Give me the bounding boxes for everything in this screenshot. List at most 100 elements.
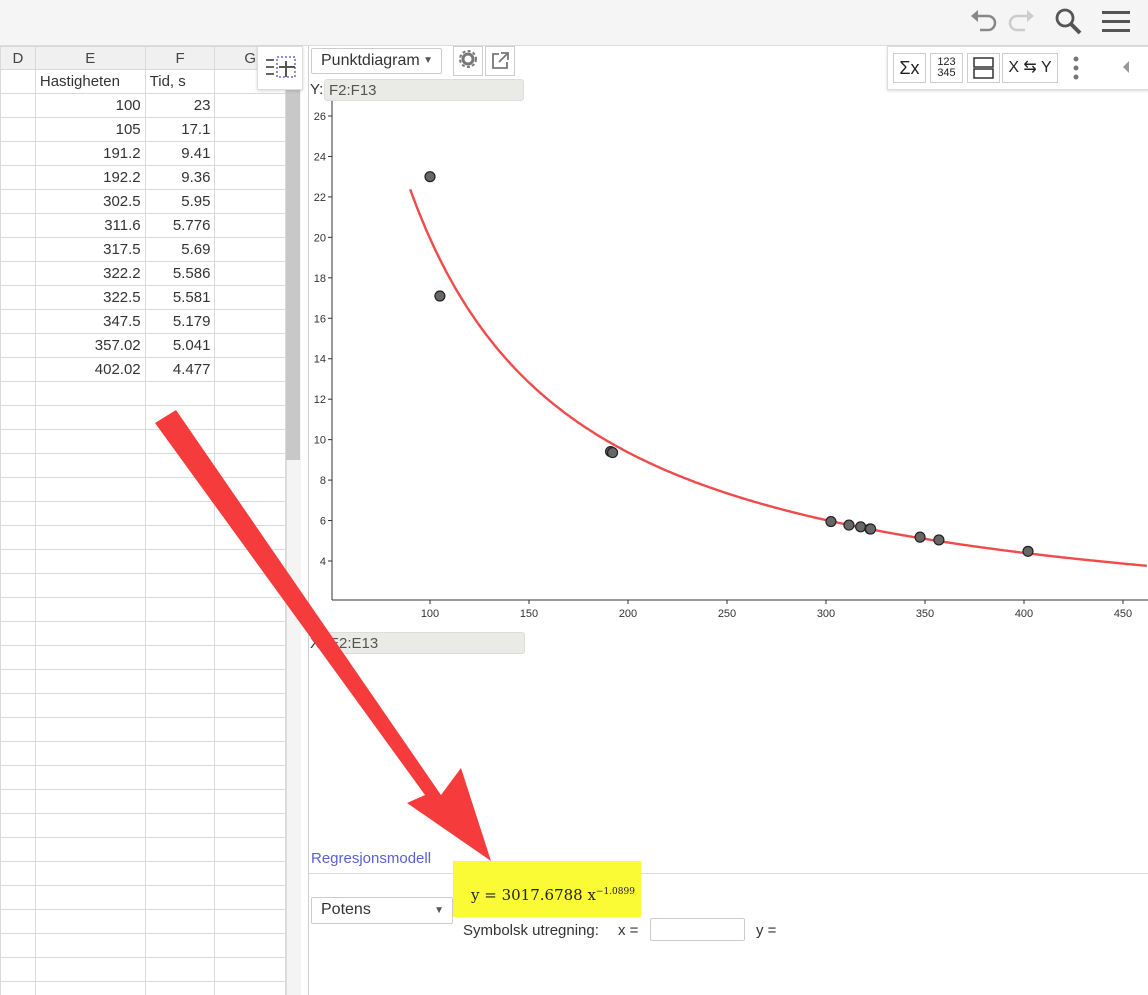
table-cell[interactable]	[0, 429, 36, 454]
table-cell[interactable]	[0, 813, 36, 838]
data-point[interactable]	[914, 531, 926, 543]
data-point[interactable]	[855, 521, 867, 533]
table-cell[interactable]	[34, 645, 146, 670]
table-cell[interactable]	[34, 693, 146, 718]
table-cell[interactable]: 317.5	[34, 237, 146, 262]
regression-model-dropdown[interactable]: Potens ▼	[311, 897, 453, 924]
table-cell[interactable]: 302.5	[34, 189, 146, 214]
table-cell[interactable]	[0, 597, 36, 622]
data-point[interactable]	[843, 519, 855, 531]
table-cell[interactable]	[0, 717, 36, 742]
more-options-icon[interactable]	[1071, 55, 1081, 81]
table-cell[interactable]	[34, 837, 146, 862]
table-cell[interactable]	[214, 525, 286, 550]
table-cell[interactable]	[214, 501, 286, 526]
table-cell[interactable]	[214, 453, 286, 478]
x-value-input[interactable]	[650, 918, 745, 941]
table-cell[interactable]	[144, 453, 216, 478]
table-cell[interactable]	[214, 717, 286, 742]
data-point[interactable]	[434, 290, 446, 302]
table-cell[interactable]	[0, 405, 36, 430]
table-cell[interactable]	[144, 789, 216, 814]
export-button[interactable]	[485, 46, 515, 76]
table-cell[interactable]	[214, 549, 286, 574]
table-cell[interactable]	[214, 597, 286, 622]
table-cell[interactable]	[0, 141, 36, 166]
table-cell[interactable]	[214, 189, 286, 214]
table-cell[interactable]	[34, 597, 146, 622]
table-cell[interactable]: 5.041	[144, 333, 216, 358]
table-cell[interactable]: 17.1	[144, 117, 216, 142]
regression-model-title[interactable]: Regresjonsmodell	[311, 850, 431, 867]
table-cell[interactable]	[34, 501, 146, 526]
x-range-field[interactable]: E2:E13	[324, 632, 525, 654]
table-cell[interactable]	[34, 549, 146, 574]
table-cell[interactable]	[214, 237, 286, 262]
table-cell[interactable]: 5.95	[144, 189, 216, 214]
panel-divider[interactable]	[308, 46, 309, 995]
data-point[interactable]	[424, 171, 436, 183]
table-cell[interactable]	[0, 885, 36, 910]
table-cell[interactable]	[34, 621, 146, 646]
table-cell[interactable]	[0, 213, 36, 238]
table-cell[interactable]	[214, 213, 286, 238]
table-cell[interactable]	[144, 381, 216, 406]
table-cell[interactable]	[0, 357, 36, 382]
table-cell[interactable]	[214, 621, 286, 646]
table-cell[interactable]: 311.6	[34, 213, 146, 238]
plot-type-dropdown[interactable]: Punktdiagram ▼	[311, 48, 442, 74]
table-cell[interactable]	[214, 141, 286, 166]
table-cell[interactable]	[214, 741, 286, 766]
table-cell[interactable]	[214, 261, 286, 286]
table-cell[interactable]	[0, 645, 36, 670]
table-cell[interactable]	[0, 237, 36, 262]
table-cell[interactable]	[144, 621, 216, 646]
statistics-button[interactable]: Σx	[893, 53, 926, 83]
table-cell[interactable]	[144, 405, 216, 430]
table-cell[interactable]	[0, 837, 36, 862]
data-point[interactable]	[606, 446, 619, 459]
table-cell[interactable]	[214, 429, 286, 454]
table-cell[interactable]	[34, 573, 146, 598]
table-cell[interactable]	[144, 909, 216, 934]
table-cell[interactable]: 5.586	[144, 261, 216, 286]
table-cell[interactable]	[0, 621, 36, 646]
table-cell[interactable]	[214, 285, 286, 310]
table-cell[interactable]	[214, 117, 286, 142]
table-cell[interactable]	[34, 477, 146, 502]
table-cell[interactable]	[214, 909, 286, 934]
table-cell[interactable]	[34, 933, 146, 958]
table-cell[interactable]	[0, 573, 36, 598]
table-cell[interactable]	[214, 309, 286, 334]
table-cell[interactable]: 5.776	[144, 213, 216, 238]
table-cell[interactable]	[214, 165, 286, 190]
header-cell[interactable]	[0, 69, 36, 94]
table-cell[interactable]	[0, 477, 36, 502]
table-cell[interactable]	[144, 573, 216, 598]
table-cell[interactable]	[214, 381, 286, 406]
table-cell[interactable]	[214, 861, 286, 886]
table-cell[interactable]	[214, 765, 286, 790]
table-cell[interactable]	[214, 477, 286, 502]
table-cell[interactable]	[214, 789, 286, 814]
table-cell[interactable]	[0, 309, 36, 334]
table-cell[interactable]	[214, 837, 286, 862]
table-cell[interactable]	[0, 957, 36, 982]
table-cell[interactable]	[144, 837, 216, 862]
table-cell[interactable]	[214, 813, 286, 838]
table-cell[interactable]	[144, 765, 216, 790]
data-point[interactable]	[825, 515, 837, 528]
table-cell[interactable]	[34, 981, 146, 995]
table-cell[interactable]: 191.2	[34, 141, 146, 166]
scrollbar-thumb[interactable]	[286, 90, 300, 460]
table-cell[interactable]	[34, 429, 146, 454]
table-cell[interactable]	[0, 261, 36, 286]
table-cell[interactable]	[34, 525, 146, 550]
table-cell[interactable]	[144, 981, 216, 995]
table-cell[interactable]	[34, 717, 146, 742]
table-cell[interactable]	[0, 117, 36, 142]
table-cell[interactable]	[0, 741, 36, 766]
table-cell[interactable]	[34, 789, 146, 814]
menu-icon[interactable]	[1100, 6, 1132, 36]
table-cell[interactable]: 357.02	[34, 333, 146, 358]
